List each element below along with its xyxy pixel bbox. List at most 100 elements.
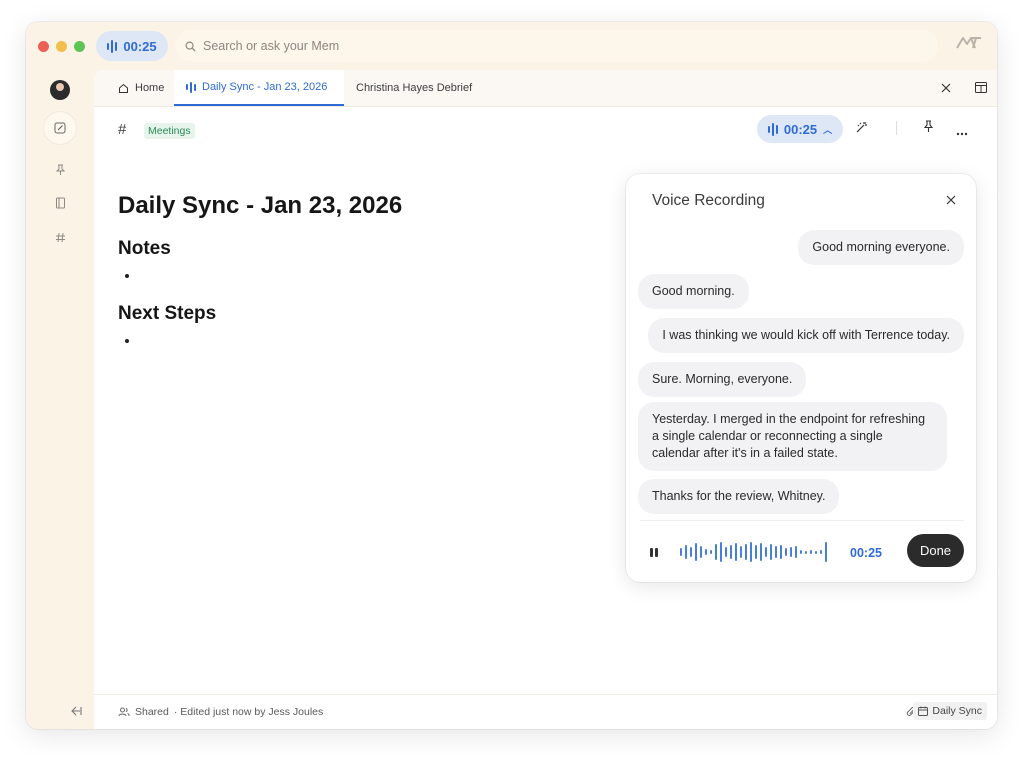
avatar[interactable] xyxy=(50,80,70,100)
book-icon xyxy=(55,197,65,209)
collapse-sidebar-button[interactable] xyxy=(70,704,82,719)
linked-event-chip[interactable]: Daily Sync xyxy=(913,702,987,720)
calendar-icon xyxy=(918,706,929,716)
waveform-icon xyxy=(767,122,778,136)
waveform-bar xyxy=(795,546,797,558)
new-note-button[interactable] xyxy=(44,112,76,144)
tags-button[interactable] xyxy=(44,221,76,253)
magic-icon xyxy=(856,122,867,133)
more-icon xyxy=(956,132,968,136)
pinned-button[interactable] xyxy=(44,154,76,186)
main-panel: Home Daily Sync - Jan 23, 2026 Christina… xyxy=(94,70,997,729)
transcript-bubble: Yesterday. I merged in the endpoint for … xyxy=(638,402,947,471)
home-icon xyxy=(119,83,128,93)
pause-button[interactable] xyxy=(650,548,658,557)
maximize-window-button[interactable] xyxy=(74,41,85,52)
voice-recording-time: 00:25 xyxy=(850,546,882,560)
waveform-bar xyxy=(680,548,682,556)
close-tab-button[interactable] xyxy=(941,80,951,96)
sidebar xyxy=(26,70,94,729)
bullet-point[interactable] xyxy=(125,274,129,278)
close-icon xyxy=(941,83,951,93)
tab-bar: Home Daily Sync - Jan 23, 2026 Christina… xyxy=(94,70,997,107)
transcript-bubble: Thanks for the review, Whitney. xyxy=(638,479,840,514)
waveform-icon xyxy=(186,81,196,93)
tab-home-label: Home xyxy=(135,82,165,94)
edited-label: · Edited just now by Jess Joules xyxy=(173,706,324,718)
app-window: 00:25 Search or ask your Mem Home Daily … xyxy=(26,22,997,729)
waveform-bar xyxy=(760,543,762,561)
tab-daily-sync[interactable]: Daily Sync - Jan 23, 2026 xyxy=(174,70,344,106)
users-icon xyxy=(118,707,130,717)
pin-icon xyxy=(55,164,65,175)
recording-indicator[interactable]: 00:25 xyxy=(96,31,168,61)
pencil-icon xyxy=(54,122,66,134)
waveform-bar xyxy=(695,543,697,561)
voice-recording-panel: Voice Recording Good morning everyone. G… xyxy=(626,174,976,582)
toolbar-divider xyxy=(896,121,897,135)
waveform-bar xyxy=(785,548,787,556)
shared-label: Shared xyxy=(135,706,169,718)
tab-christina-label: Christina Hayes Debrief xyxy=(356,82,473,94)
collections-button[interactable] xyxy=(44,187,76,219)
search-input[interactable]: Search or ask your Mem xyxy=(175,30,938,62)
tab-daily-sync-label: Daily Sync - Jan 23, 2026 xyxy=(202,81,328,93)
waveform-bar xyxy=(780,545,782,559)
waveform-bar xyxy=(775,546,777,558)
recording-time: 00:25 xyxy=(783,121,818,137)
waveform-bar xyxy=(740,546,742,558)
recording-time: 00:25 xyxy=(123,38,157,54)
chevron-up-icon: ︿ xyxy=(823,124,833,135)
voice-panel-title: Voice Recording xyxy=(652,192,765,209)
pin-button[interactable] xyxy=(923,120,934,138)
hash-icon: # xyxy=(118,121,127,138)
tab-home[interactable]: Home xyxy=(118,70,164,106)
close-window-button[interactable] xyxy=(38,41,49,52)
waveform-bar xyxy=(710,550,712,554)
search-placeholder: Search or ask your Mem xyxy=(203,39,340,53)
page-title[interactable]: Daily Sync - Jan 23, 2026 xyxy=(118,192,402,220)
recording-pill[interactable]: 00:25 ︿ xyxy=(757,115,843,143)
waveform-bar xyxy=(815,550,817,554)
close-icon xyxy=(946,195,956,205)
waveform-bar xyxy=(790,547,792,557)
collapse-icon xyxy=(71,706,82,716)
tag-meetings[interactable]: Meetings xyxy=(144,123,195,139)
footer: Shared · Edited just now by Jess Joules … xyxy=(94,694,997,729)
waveform-bar xyxy=(725,547,727,557)
waveform-bar xyxy=(810,550,812,554)
waveform-bar xyxy=(705,549,707,555)
tab-christina-debrief[interactable]: Christina Hayes Debrief xyxy=(356,70,472,106)
transcript-bubble: Sure. Morning, everyone. xyxy=(638,362,807,397)
waveform-bar xyxy=(720,542,722,562)
waveform-bar xyxy=(820,550,822,554)
done-button[interactable]: Done xyxy=(907,534,964,567)
waveform-bar xyxy=(690,547,692,557)
waveform-bar xyxy=(770,544,772,560)
waveform-bar xyxy=(730,545,732,559)
waveform-bar xyxy=(685,545,687,559)
waveform-bar xyxy=(750,542,752,562)
more-button[interactable] xyxy=(956,123,968,141)
waveform-icon xyxy=(107,39,118,53)
logo-icon xyxy=(956,37,981,49)
waveform-bar xyxy=(755,545,757,559)
hash-icon xyxy=(55,232,65,242)
recording-waveform xyxy=(680,540,827,564)
bullet-point[interactable] xyxy=(125,339,129,343)
waveform-bar xyxy=(765,547,767,557)
waveform-bar xyxy=(715,544,717,560)
waveform-bar xyxy=(700,546,702,558)
close-voice-panel-button[interactable] xyxy=(946,192,956,209)
waveform-bar xyxy=(745,544,747,560)
minimize-window-button[interactable] xyxy=(56,41,67,52)
pause-icon xyxy=(650,548,658,557)
waveform-bar xyxy=(735,543,737,561)
transcript-bubble: Good morning everyone. xyxy=(798,230,964,265)
transcript-bubble: Good morning. xyxy=(638,274,749,309)
magic-button[interactable] xyxy=(855,120,869,139)
share-status[interactable]: Shared · Edited just now by Jess Joules xyxy=(118,706,323,718)
section-heading-notes[interactable]: Notes xyxy=(118,238,171,260)
section-heading-next-steps[interactable]: Next Steps xyxy=(118,303,216,325)
toggle-layout-button[interactable] xyxy=(975,80,987,98)
